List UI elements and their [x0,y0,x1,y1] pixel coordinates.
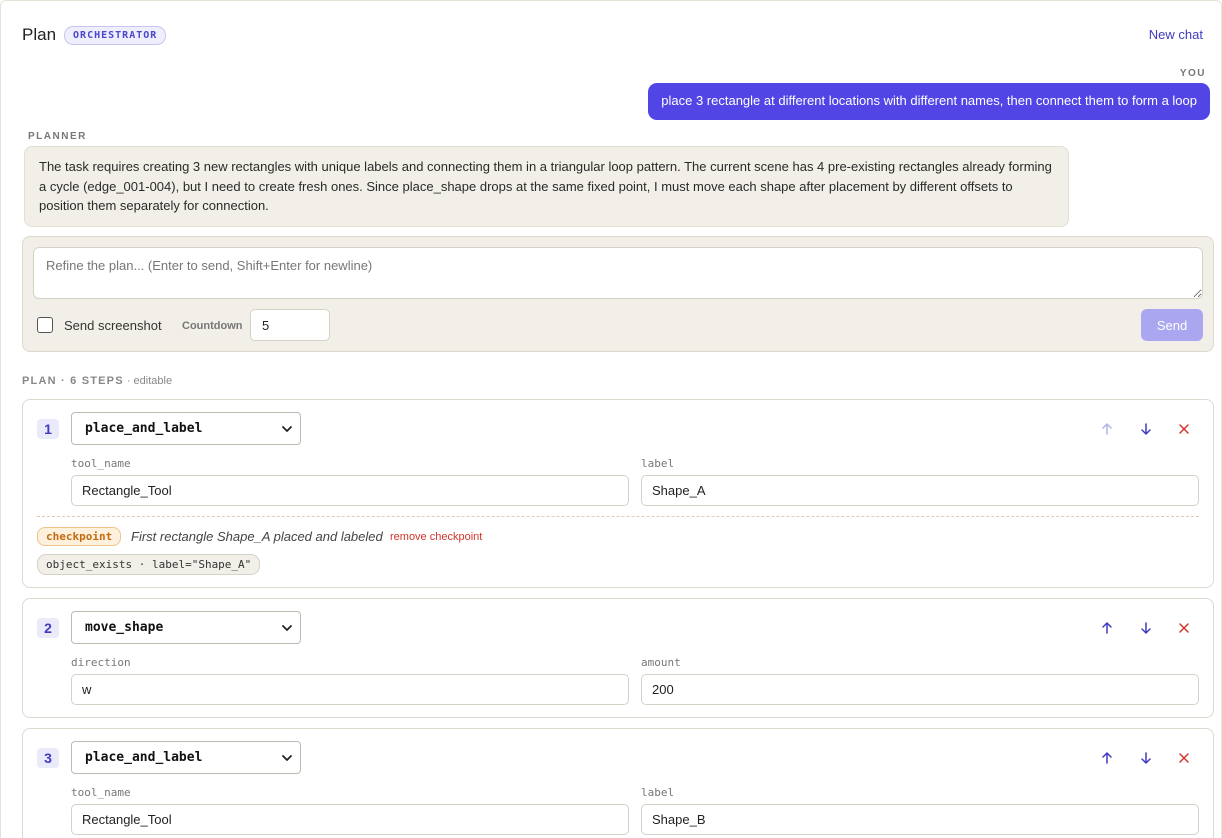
close-icon [1179,424,1189,434]
tool-name-input[interactable] [71,475,629,506]
label-input[interactable] [641,475,1199,506]
user-message-label: YOU [1179,68,1206,79]
planner-message-bubble: The task requires creating 3 new rectang… [24,146,1069,227]
tool-name-input[interactable] [71,804,629,835]
step-action-select[interactable]: place_and_label [71,412,301,445]
checkpoint-description: First rectangle Shape_A placed and label… [131,529,383,544]
page-title: Plan [22,25,57,44]
chevron-down-icon [282,625,292,631]
panel-header: Plan ORCHESTRATOR [22,25,167,45]
arrow-down-icon [1141,423,1151,435]
step-number: 1 [37,419,59,439]
field-label-label: label [641,457,675,470]
step-action-value: place_and_label [85,421,203,436]
close-icon [1179,753,1189,763]
send-screenshot-checkbox[interactable] [37,317,53,333]
step-number: 3 [37,748,59,768]
remove-checkpoint-link[interactable]: remove checkpoint [390,531,482,543]
checkpoint-badge: checkpoint [37,527,122,546]
countdown-input[interactable] [250,309,330,341]
composer: Send screenshot Countdown Send [22,236,1214,352]
move-step-down-button[interactable] [1137,749,1155,767]
move-step-up-button[interactable] [1098,749,1116,767]
arrow-up-icon [1102,423,1112,435]
refine-plan-input[interactable] [33,247,1203,299]
plan-step-3: 3 place_and_label tool_name label [22,728,1214,838]
field-label-tool-name: tool_name [71,457,131,470]
remove-step-button[interactable] [1175,749,1193,767]
chevron-down-icon [282,426,292,432]
checkpoint-divider [37,516,1199,517]
planner-message-label: PLANNER [28,131,87,142]
chevron-down-icon [282,755,292,761]
step-action-select[interactable]: move_shape [71,611,301,644]
plan-step-count: PLAN · 6 STEPS [22,375,124,387]
send-button[interactable]: Send [1141,309,1203,341]
field-label-direction: direction [71,656,131,669]
plan-editable-note: · editable [123,375,173,387]
move-step-up-button[interactable] [1098,619,1116,637]
move-step-down-button[interactable] [1137,420,1155,438]
arrow-down-icon [1141,752,1151,764]
direction-input[interactable] [71,674,629,705]
arrow-down-icon [1141,622,1151,634]
orchestrator-panel: Plan ORCHESTRATOR New chat YOU place 3 r… [0,0,1222,838]
field-label-label: label [641,786,675,799]
countdown-label: Countdown [182,320,243,332]
step-action-select[interactable]: place_and_label [71,741,301,774]
step-action-value: move_shape [85,620,164,635]
send-screenshot-label: Send screenshot [64,318,162,333]
field-label-amount: amount [641,656,681,669]
field-label-tool-name: tool_name [71,786,131,799]
plan-step-1: 1 place_and_label tool_name label checkp… [22,399,1214,588]
orchestrator-badge: ORCHESTRATOR [64,25,167,45]
amount-input[interactable] [641,674,1199,705]
arrow-up-icon [1102,752,1112,764]
move-step-up-button[interactable] [1098,420,1116,438]
label-input[interactable] [641,804,1199,835]
checkpoint-condition: object_exists · label="Shape_A" [37,554,261,575]
move-step-down-button[interactable] [1137,619,1155,637]
remove-step-button[interactable] [1175,619,1193,637]
plan-step-2: 2 move_shape direction amount [22,598,1214,718]
plan-heading: PLAN · 6 STEPS · editable [22,375,172,387]
user-message-bubble: place 3 rectangle at different locations… [648,83,1210,120]
step-action-value: place_and_label [85,750,203,765]
new-chat-link[interactable]: New chat [1149,27,1203,42]
remove-step-button[interactable] [1175,420,1193,438]
step-number: 2 [37,618,59,638]
arrow-up-icon [1102,622,1112,634]
close-icon [1179,623,1189,633]
